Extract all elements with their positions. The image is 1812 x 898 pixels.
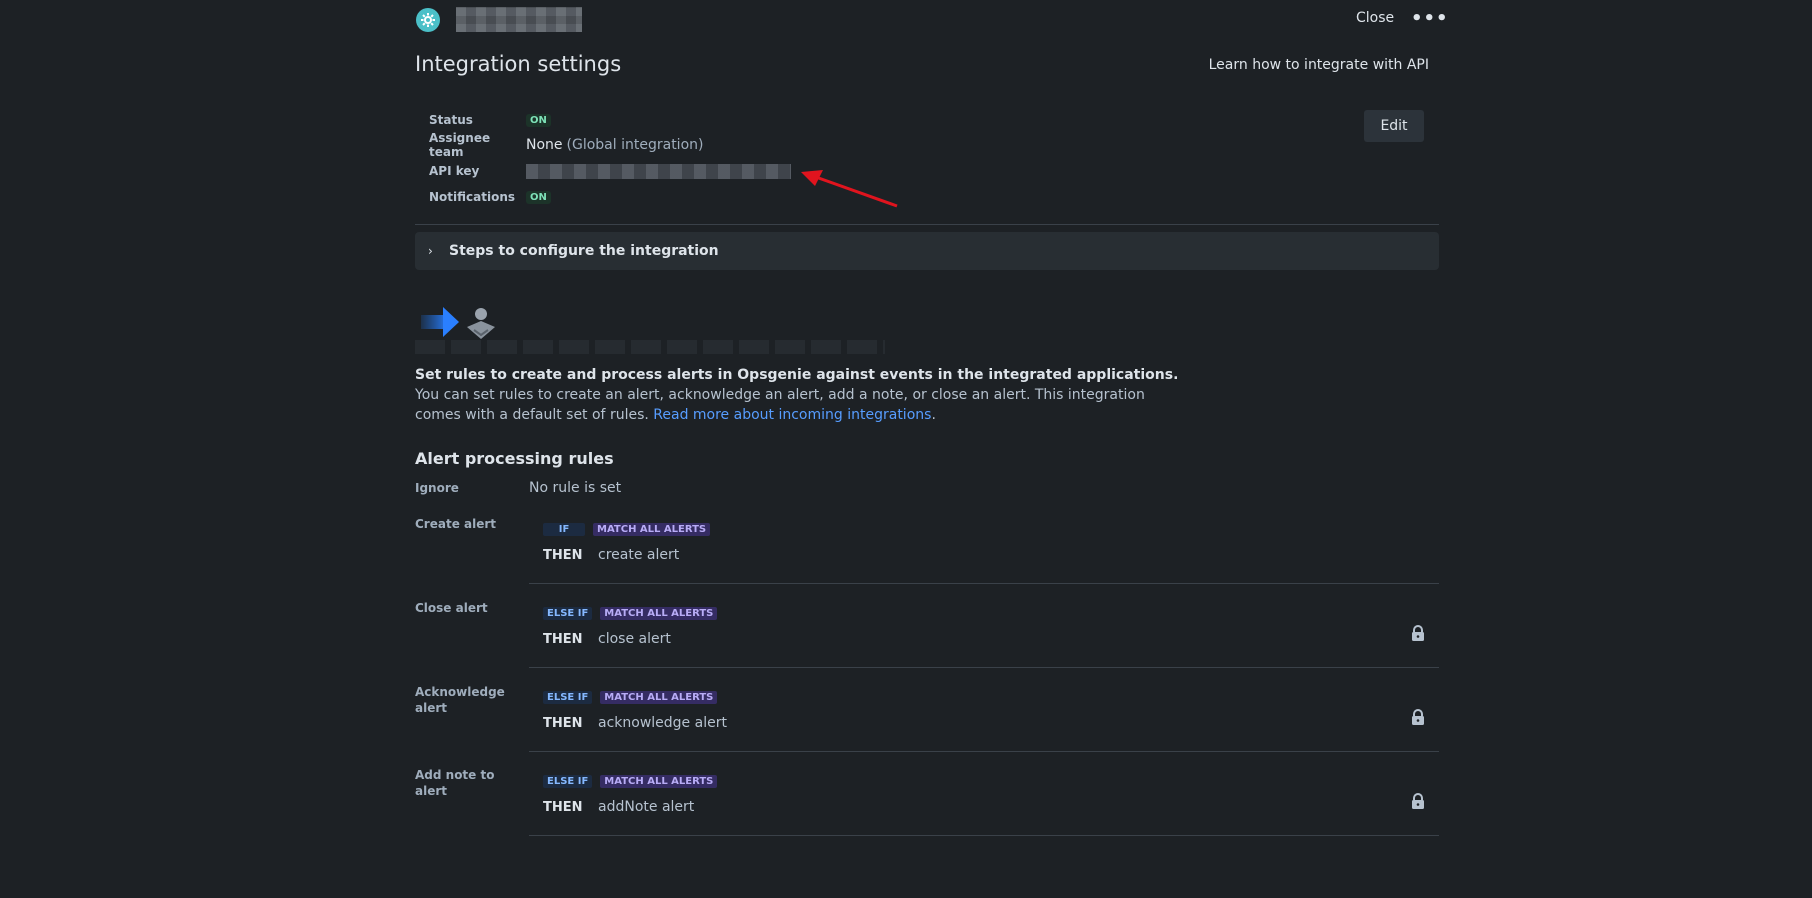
read-more-link[interactable]: Read more about incoming integrations <box>653 407 931 423</box>
condition-tag: ELSE IF <box>543 775 593 788</box>
rule-action: acknowledge alert <box>598 715 727 731</box>
divider <box>415 224 1439 225</box>
notifications-label: Notifications <box>429 190 516 204</box>
status-badge: ON <box>526 113 551 127</box>
ignore-label: Ignore <box>415 481 459 495</box>
rule-label-acknowledge: Acknowledge alert <box>415 685 505 715</box>
rule-then: THEN close alert <box>543 631 671 647</box>
rule-close[interactable]: ELSE IF MATCH ALL ALERTS THEN close aler… <box>529 597 1439 668</box>
top-bar: Close ••• <box>415 0 1448 40</box>
main-content: Close ••• Integration settings Learn how… <box>415 0 1448 836</box>
notifications-row: Notifications ON <box>429 187 551 207</box>
then-label: THEN <box>543 715 583 731</box>
blurred-integration-name <box>456 7 582 32</box>
rule-acknowledge[interactable]: ELSE IF MATCH ALL ALERTS THEN acknowledg… <box>529 681 1439 752</box>
lock-icon <box>1412 625 1424 641</box>
intro-text: Set rules to create and process alerts i… <box>415 365 1195 425</box>
api-key-row: API key <box>429 161 791 181</box>
rule-action: create alert <box>598 547 680 563</box>
then-label: THEN <box>543 547 583 563</box>
rule-condition: IF MATCH ALL ALERTS <box>543 523 711 536</box>
match-tag: MATCH ALL ALERTS <box>600 775 718 788</box>
chevron-right-icon: › <box>428 244 433 258</box>
assignee-label: Assignee team <box>429 131 491 159</box>
condition-tag: ELSE IF <box>543 607 593 620</box>
rule-condition: ELSE IF MATCH ALL ALERTS <box>543 607 718 620</box>
notifications-badge: ON <box>526 190 551 204</box>
rule-action: close alert <box>598 631 671 647</box>
rule-condition: ELSE IF MATCH ALL ALERTS <box>543 775 718 788</box>
rule-condition: ELSE IF MATCH ALL ALERTS <box>543 691 718 704</box>
then-label: THEN <box>543 631 583 647</box>
then-label: THEN <box>543 799 583 815</box>
assignee-row: Assignee team None (Global integration) <box>429 131 704 159</box>
api-key-label: API key <box>429 164 480 178</box>
rule-action: addNote alert <box>598 799 695 815</box>
status-row: Status ON <box>429 110 551 130</box>
rule-label-close: Close alert <box>415 601 488 615</box>
lock-icon <box>1412 709 1424 725</box>
close-button[interactable]: Close <box>1356 10 1394 26</box>
more-horizontal-icon[interactable]: ••• <box>1411 10 1448 30</box>
intro-bold: Set rules to create and process alerts i… <box>415 367 1179 383</box>
steps-accordion[interactable]: › Steps to configure the integration <box>415 232 1439 270</box>
incoming-flow-illustration <box>421 307 495 339</box>
status-label: Status <box>429 113 473 127</box>
edit-button[interactable]: Edit <box>1364 110 1424 142</box>
rule-then: THEN addNote alert <box>543 799 694 815</box>
condition-tag: ELSE IF <box>543 691 593 704</box>
rule-label-create: Create alert <box>415 517 497 531</box>
match-tag: MATCH ALL ALERTS <box>600 691 718 704</box>
steps-label: Steps to configure the integration <box>449 243 719 259</box>
red-arrow-annotation <box>801 170 898 208</box>
intro-tail: . <box>931 407 936 423</box>
api-key-value-blurred <box>526 163 791 179</box>
page-title: Integration settings <box>415 52 622 76</box>
match-tag: MATCH ALL ALERTS <box>600 607 718 620</box>
rule-add-note[interactable]: ELSE IF MATCH ALL ALERTS THEN addNote al… <box>529 765 1439 836</box>
page: Close ••• Integration settings Learn how… <box>0 0 1812 898</box>
condition-tag: IF <box>543 523 585 536</box>
rule-then: THEN create alert <box>543 547 679 563</box>
integration-gear-icon <box>416 8 440 32</box>
assignee-value: None <box>526 137 563 153</box>
rule-then: THEN acknowledge alert <box>543 715 727 731</box>
faint-caption <box>415 340 885 354</box>
learn-api-link[interactable]: Learn how to integrate with API <box>1209 57 1429 73</box>
assignee-note: (Global integration) <box>566 137 704 153</box>
ignore-value: No rule is set <box>529 480 622 496</box>
lock-icon <box>1412 793 1424 809</box>
rule-create[interactable]: IF MATCH ALL ALERTS THEN create alert <box>529 513 1439 584</box>
rules-title: Alert processing rules <box>415 449 614 468</box>
rule-label-add-note: Add note to alert <box>415 768 495 798</box>
match-tag: MATCH ALL ALERTS <box>593 523 711 536</box>
